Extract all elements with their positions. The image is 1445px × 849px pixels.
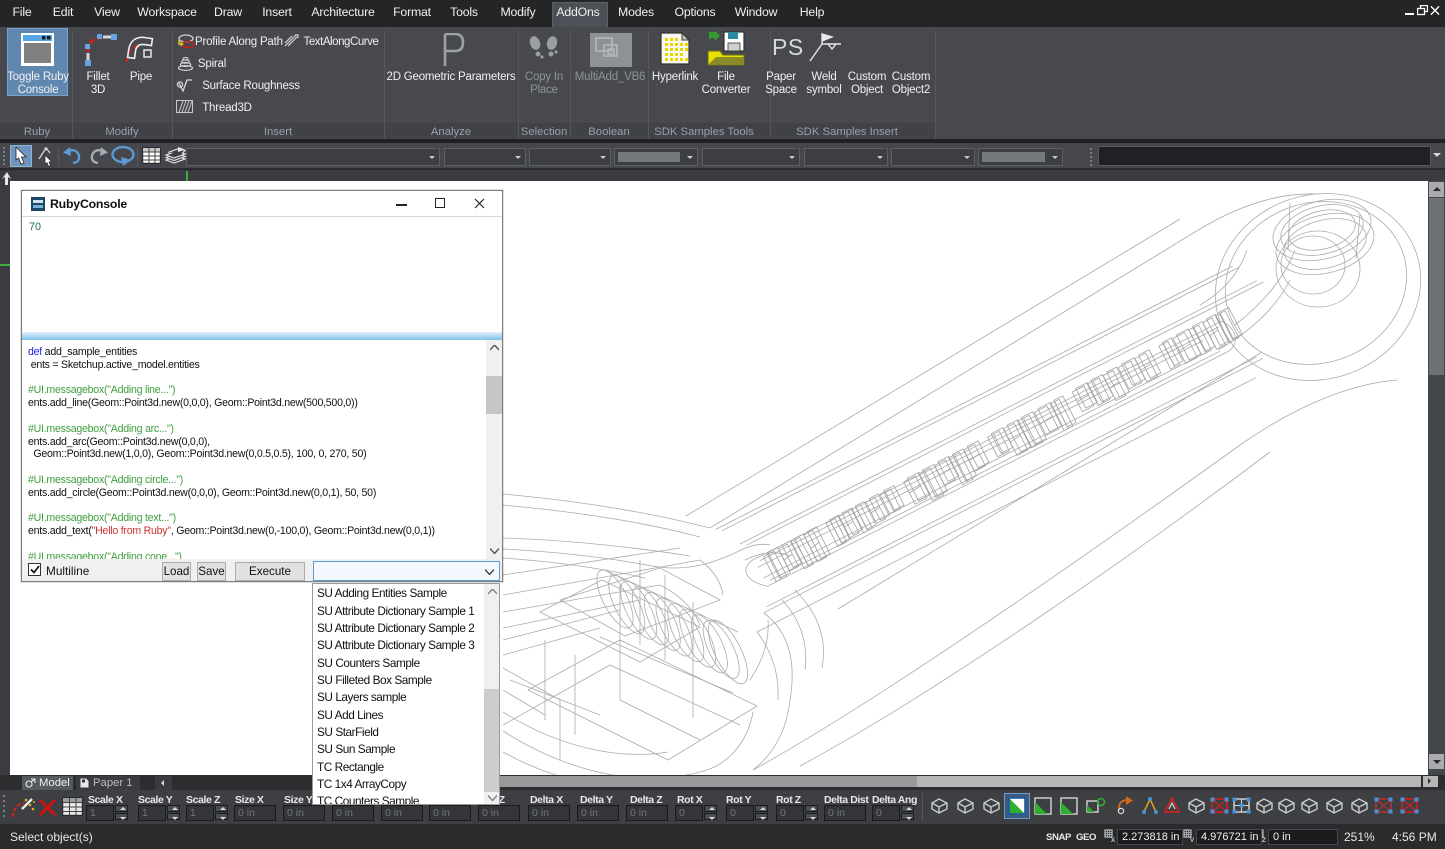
svg-text:x: x [1111, 835, 1115, 842]
svg-text:y: y [1190, 835, 1194, 842]
svg-text:z: z [1262, 835, 1266, 842]
